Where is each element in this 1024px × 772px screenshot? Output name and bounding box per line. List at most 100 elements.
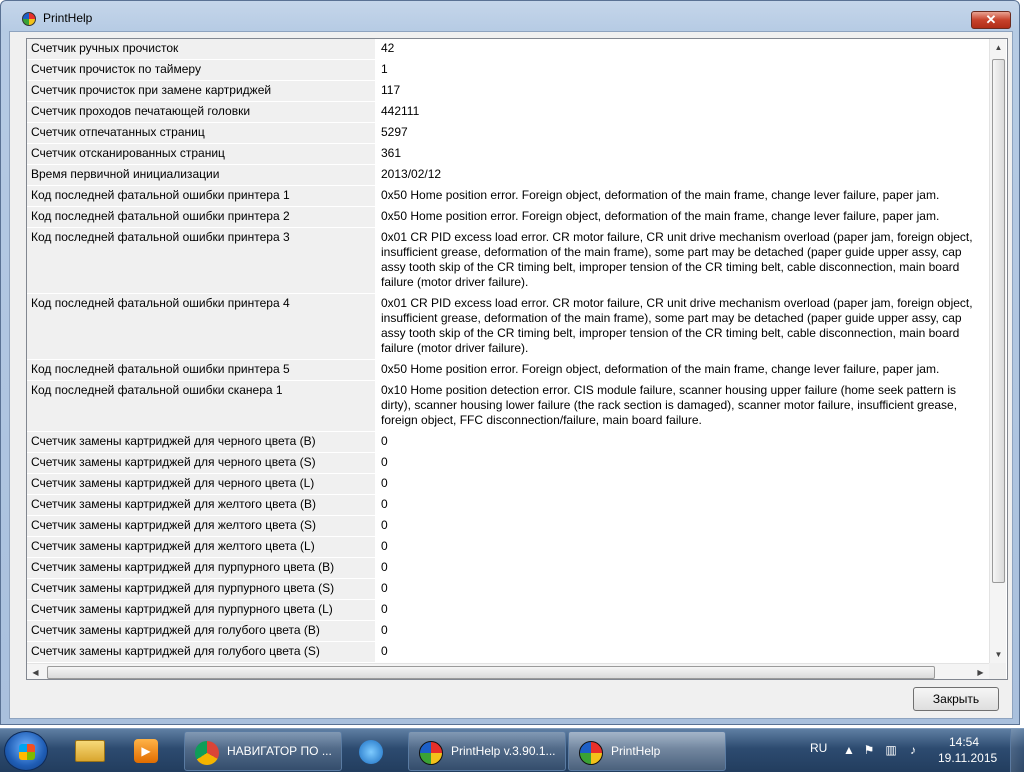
table-row[interactable]: Код последней фатальной ошибки принтера … xyxy=(27,360,989,381)
table-row[interactable]: Время первичной инициализации 2013/02/12 xyxy=(27,165,989,186)
row-value: 0 xyxy=(375,558,989,578)
row-label: Счетчик замены картриджей для пурпурного… xyxy=(27,579,375,599)
vertical-scroll-thumb[interactable] xyxy=(992,59,1005,583)
clock-date: 19.11.2015 xyxy=(938,751,998,765)
row-value: 0x50 Home position error. Foreign object… xyxy=(375,360,989,380)
network-pinned-icon[interactable] xyxy=(346,733,396,769)
row-value: 0 xyxy=(375,432,989,452)
taskbar: ▶ НАВИГАТОР ПО ... PrintHelp v.3.90.1...… xyxy=(0,728,1024,772)
scrollbar-corner xyxy=(989,663,1006,679)
row-value: 0 xyxy=(375,495,989,515)
row-label: Код последней фатальной ошибки принтера … xyxy=(27,207,375,227)
row-value: 42 xyxy=(375,39,989,59)
volume-icon[interactable]: ♪ xyxy=(906,743,920,757)
table-row[interactable]: Счетчик замены картриджей для голубого ц… xyxy=(27,621,989,642)
table-row[interactable]: Счетчик замены картриджей для пурпурного… xyxy=(27,579,989,600)
scroll-down-icon[interactable]: ▼ xyxy=(990,646,1007,663)
table-row[interactable]: Счетчик замены картриджей для черного цв… xyxy=(27,474,989,495)
horizontal-scroll-thumb[interactable] xyxy=(47,666,935,679)
scroll-up-icon[interactable]: ▲ xyxy=(990,39,1007,56)
horizontal-scrollbar[interactable]: ◀ ▶ xyxy=(27,663,989,679)
table-row[interactable]: Код последней фатальной ошибки сканера 1… xyxy=(27,381,989,432)
row-label: Счетчик ручных прочисток xyxy=(27,39,375,59)
task-label: НАВИГАТОР ПО ... xyxy=(227,744,332,758)
row-value: 2013/02/12 xyxy=(375,165,989,185)
row-label: Время первичной инициализации xyxy=(27,165,375,185)
row-label: Код последней фатальной ошибки принтера … xyxy=(27,360,375,380)
table-row[interactable]: Счетчик замены картриджей для желтого цв… xyxy=(27,495,989,516)
table-row[interactable]: Счетчик замены картриджей для желтого цв… xyxy=(27,516,989,537)
table-row[interactable]: Счетчик замены картриджей для желтого цв… xyxy=(27,537,989,558)
network-icon[interactable]: ▥ xyxy=(884,743,898,757)
counters-table: Счетчик ручных прочисток 42 Счетчик прочис… xyxy=(26,38,1008,680)
row-value: 0 xyxy=(375,600,989,620)
clock[interactable]: 14:54 19.11.2015 xyxy=(938,734,998,766)
row-value: 442111 xyxy=(375,102,989,122)
task-label: PrintHelp xyxy=(611,744,661,758)
table-row[interactable]: Счетчик прочисток при замене картриджей 1… xyxy=(27,81,989,102)
row-label: Счетчик замены картриджей для желтого цв… xyxy=(27,537,375,557)
scroll-right-icon[interactable]: ▶ xyxy=(972,664,989,679)
row-value: 0x50 Home position error. Foreign object… xyxy=(375,207,989,227)
row-value: 0 xyxy=(375,474,989,494)
table-row[interactable]: Счетчик замены картриджей для пурпурного… xyxy=(27,600,989,621)
table-row[interactable]: Код последней фатальной ошибки принтера … xyxy=(27,207,989,228)
row-value: 1 xyxy=(375,60,989,80)
system-tray: RU ▲ ⚑ ▥ ♪ 14:54 19.11.2015 xyxy=(800,729,1024,772)
row-label: Счетчик замены картриджей для черного цв… xyxy=(27,474,375,494)
table-row[interactable]: Счетчик прочисток по таймеру 1 xyxy=(27,60,989,81)
row-label: Счетчик отпечатанных страниц xyxy=(27,123,375,143)
table-row[interactable]: Код последней фатальной ошибки принтера … xyxy=(27,228,989,294)
task-label: PrintHelp v.3.90.1... xyxy=(451,744,556,758)
row-label: Счетчик отсканированных страниц xyxy=(27,144,375,164)
dialog-client-area: Счетчик ручных прочисток 42 Счетчик прочис… xyxy=(9,31,1013,719)
printhelp-icon xyxy=(419,741,443,765)
printhelp-dialog: PrintHelp ✕ Счетчик ручных прочисток 42 Сч… xyxy=(0,0,1020,725)
language-indicator[interactable]: RU xyxy=(810,741,827,755)
task-printhelp-main[interactable]: PrintHelp v.3.90.1... xyxy=(408,731,566,771)
row-value: 117 xyxy=(375,81,989,101)
table-row[interactable]: Счетчик замены картриджей для пурпурного… xyxy=(27,558,989,579)
row-value: 0x01 CR PID excess load error. CR motor … xyxy=(375,228,989,293)
row-label: Счетчик замены картриджей для желтого цв… xyxy=(27,495,375,515)
row-value: 0x01 CR PID excess load error. CR motor … xyxy=(375,294,989,359)
media-player-pinned-icon[interactable]: ▶ xyxy=(122,733,172,769)
counters-rows: Счетчик ручных прочисток 42 Счетчик прочис… xyxy=(27,39,989,663)
row-label: Счетчик прочисток при замене картриджей xyxy=(27,81,375,101)
table-row[interactable]: Код последней фатальной ошибки принтера … xyxy=(27,186,989,207)
table-row[interactable]: Счетчик отсканированных страниц 361 xyxy=(27,144,989,165)
chrome-icon xyxy=(195,741,219,765)
window-close-button[interactable]: ✕ xyxy=(971,11,1011,29)
row-label: Код последней фатальной ошибки принтера … xyxy=(27,228,375,293)
action-center-flag-icon[interactable]: ⚑ xyxy=(862,743,876,757)
title-bar[interactable]: PrintHelp ✕ xyxy=(1,1,1019,35)
row-label: Код последней фатальной ошибки принтера … xyxy=(27,294,375,359)
row-value: 0x50 Home position error. Foreign object… xyxy=(375,186,989,206)
start-button[interactable] xyxy=(4,731,48,771)
printhelp-icon xyxy=(579,741,603,765)
close-dialog-button[interactable]: Закрыть xyxy=(913,687,999,711)
row-label: Счетчик замены картриджей для черного цв… xyxy=(27,453,375,473)
row-label: Счетчик замены картриджей для голубого ц… xyxy=(27,642,375,662)
table-row[interactable]: Код последней фатальной ошибки принтера … xyxy=(27,294,989,360)
row-value: 5297 xyxy=(375,123,989,143)
row-value: 361 xyxy=(375,144,989,164)
table-row[interactable]: Счетчик замены картриджей для голубого ц… xyxy=(27,642,989,663)
table-row[interactable]: Счетчик отпечатанных страниц 5297 xyxy=(27,123,989,144)
row-value: 0 xyxy=(375,621,989,641)
table-row[interactable]: Счетчик ручных прочисток 42 xyxy=(27,39,989,60)
row-label: Код последней фатальной ошибки сканера 1 xyxy=(27,381,375,431)
show-hidden-icons-icon[interactable]: ▲ xyxy=(842,743,856,757)
task-chrome[interactable]: НАВИГАТОР ПО ... xyxy=(184,731,342,771)
table-row[interactable]: Счетчик проходов печатающей головки 44211… xyxy=(27,102,989,123)
windows-logo-icon xyxy=(19,744,35,760)
explorer-pinned-icon[interactable] xyxy=(66,733,116,769)
table-row[interactable]: Счетчик замены картриджей для черного цв… xyxy=(27,432,989,453)
vertical-scrollbar[interactable]: ▲ ▼ xyxy=(989,39,1006,663)
scroll-left-icon[interactable]: ◀ xyxy=(27,664,44,679)
printhelp-logo-icon xyxy=(22,12,36,26)
row-value: 0 xyxy=(375,579,989,599)
task-printhelp-dialog[interactable]: PrintHelp xyxy=(568,731,726,771)
table-row[interactable]: Счетчик замены картриджей для черного цв… xyxy=(27,453,989,474)
show-desktop-button[interactable] xyxy=(1010,729,1024,772)
